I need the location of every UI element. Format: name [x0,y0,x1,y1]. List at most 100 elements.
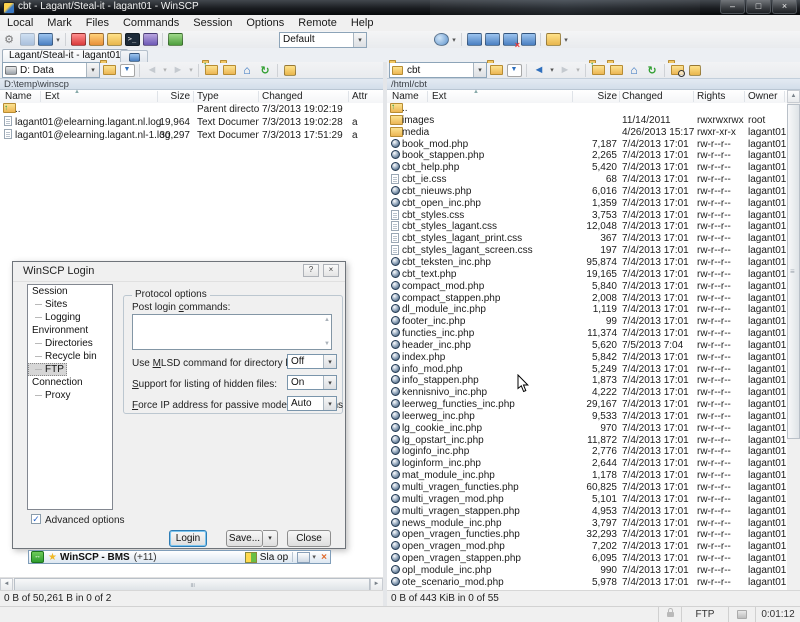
chevron-down-icon[interactable]: ▾ [548,66,556,74]
scrollbar-thumb[interactable] [787,104,800,439]
chevron-down-icon[interactable]: ▾ [473,63,486,77]
file-row[interactable]: .. [387,103,787,115]
file-row[interactable]: cbt_styles_lagant_screen.css1977/4/2013 … [387,245,787,257]
file-row[interactable]: lagant01@elearning.lagant.nl-1.log30,297… [0,129,383,142]
file-row[interactable]: cbt_nieuws.php6,0167/4/2013 17:01rw-r--r… [387,186,787,198]
file-row[interactable]: loginform_inc.php2,6447/4/2013 17:01rw-r… [387,458,787,470]
file-row[interactable]: open_vragen_mod.php7,2027/4/2013 17:01rw… [387,541,787,553]
synchronize-icon[interactable] [70,32,86,47]
file-row[interactable]: images11/14/2011rwxrwxrwxroot [387,115,787,127]
scroll-up-icon[interactable]: ▲ [324,317,330,323]
filter-icon[interactable]: ▼ [119,63,135,78]
file-row[interactable]: ote_scenario_mod.php5,9787/4/2013 17:01r… [387,577,787,589]
menu-files[interactable]: Files [79,17,116,29]
preferences-icon[interactable]: ⚙ [1,32,17,47]
refresh-icon[interactable]: ↻ [644,63,660,78]
file-row[interactable]: compact_stappen.php2,0087/4/2013 17:01rw… [387,293,787,305]
tree-item-connection[interactable]: Connection [28,376,112,389]
file-row[interactable]: dl_module_inc.php1,1197/4/2013 17:01rw-r… [387,304,787,316]
file-row[interactable]: header_inc.php5,6207/5/2013 7:04rw-r--r-… [387,340,787,352]
back-icon[interactable]: ◄ [144,63,160,78]
local-path-bar[interactable]: D:\temp\winscp [0,78,383,90]
close-session-icon[interactable] [502,32,518,47]
column-changed[interactable]: Changed [262,90,303,103]
find-files-icon[interactable] [669,63,685,78]
refresh-icon[interactable]: ↻ [257,63,273,78]
advanced-options-checkbox[interactable]: ✓ [31,514,41,524]
menu-local[interactable]: Local [0,17,40,29]
preset-icon[interactable] [167,32,183,47]
open-directory-icon[interactable] [488,63,504,78]
tree-item-directories[interactable]: Directories [28,337,112,350]
mlsd-select[interactable]: Off ▾ [287,354,337,369]
force-ip-select[interactable]: Auto ▾ [287,396,337,411]
open-directory-icon[interactable] [101,63,117,78]
new-session-icon[interactable] [466,32,482,47]
file-row[interactable]: ..Parent directory7/3/2013 19:02:19 [0,103,383,116]
close-icon[interactable]: × [323,264,339,277]
close-button[interactable]: Close [287,530,331,547]
file-row[interactable]: cbt_styles_lagant_print.css3677/4/2013 1… [387,233,787,245]
root-directory-icon[interactable] [221,63,237,78]
parent-directory-icon[interactable] [203,63,219,78]
open-directory-icon[interactable] [545,32,561,47]
forward-icon[interactable]: ► [557,63,573,78]
drive-combo[interactable]: D: Data ▾ [2,62,100,78]
chevron-down-icon[interactable]: ▾ [353,33,366,47]
remote-directory-combo[interactable]: cbt ▾ [389,62,487,78]
column-owner[interactable]: Owner [748,90,777,103]
hidden-files-select[interactable]: On ▾ [287,375,337,390]
chevron-down-icon[interactable]: ▾ [323,376,336,389]
save-button[interactable]: Save... [226,530,263,547]
column-ext[interactable]: Ext [45,90,59,103]
file-row[interactable]: cbt_styles.css3,7537/4/2013 17:01rw-r--r… [387,210,787,222]
file-row[interactable]: info_stappen.php1,8737/4/2013 17:01rw-r-… [387,375,787,387]
tree-view-icon[interactable] [687,63,703,78]
close-icon[interactable]: × [321,552,327,563]
session-tab[interactable]: Lagant/Steal-it - lagant01 [2,49,128,62]
tree-item-sites[interactable]: Sites [28,298,112,311]
file-row[interactable]: media4/26/2013 15:17rwxr-xr-xlagant01 [387,127,787,139]
menu-commands[interactable]: Commands [116,17,186,29]
transfer-settings-icon[interactable] [142,32,158,47]
file-row[interactable]: cbt_text.php19,1657/4/2013 17:01rw-r--r-… [387,269,787,281]
file-row[interactable]: lg_cookie_inc.php9707/4/2013 17:01rw-r--… [387,423,787,435]
file-row[interactable]: cbt_teksten_inc.php95,8747/4/2013 17:01r… [387,257,787,269]
post-login-commands-input[interactable]: ▲ ▼ [132,314,332,350]
close-button[interactable]: × [772,0,797,14]
tree-item-environment[interactable]: Environment [28,324,112,337]
column-rights[interactable]: Rights [697,90,725,103]
login-button[interactable]: Login [169,530,207,547]
tree-item-logging[interactable]: Logging [28,311,112,324]
console-icon[interactable]: >_ [124,32,140,47]
session-cube-icon[interactable] [37,32,53,47]
file-row[interactable]: multi_vragen_mod.php5,1017/4/2013 17:01r… [387,494,787,506]
file-row[interactable]: open_vragen_stappen.php6,0957/4/2013 17:… [387,553,787,565]
minimize-button[interactable]: – [720,0,745,14]
save-credential-button[interactable]: Sla op [260,552,288,563]
forward-icon[interactable]: ► [170,63,186,78]
chevron-down-icon[interactable]: ▾ [86,63,99,77]
chevron-down-icon[interactable]: ▾ [310,553,318,561]
horizontal-scrollbar[interactable]: ◄ ► [0,577,383,591]
file-row[interactable]: cbt_help.php5,4207/4/2013 17:01rw-r--r--… [387,162,787,174]
file-row[interactable]: open_vragen_functies.php32,2937/4/2013 1… [387,529,787,541]
synchronize-browsing-icon[interactable] [106,32,122,47]
column-size[interactable]: Size [547,90,617,103]
filter-icon[interactable]: ▼ [506,63,522,78]
column-attr[interactable]: Attr [352,90,368,103]
file-row[interactable]: leerweg_inc.php9,5337/4/2013 17:01rw-r--… [387,411,787,423]
chevron-down-icon[interactable]: ▾ [323,355,336,368]
back-icon[interactable]: ◄ [531,63,547,78]
tree-view-icon[interactable] [282,63,298,78]
protocol-status[interactable]: FTP [681,607,728,622]
tree-item-ftp[interactable]: FTP [28,363,67,376]
vertical-scrollbar[interactable]: ▲ ▼ [787,90,800,622]
queue-icon[interactable] [88,32,104,47]
tree-item-proxy[interactable]: Proxy [28,389,112,402]
file-row[interactable]: news_module_inc.php3,7977/4/2013 17:01rw… [387,518,787,530]
file-row[interactable]: leerweg_functies_inc.php29,1677/4/2013 1… [387,399,787,411]
column-changed[interactable]: Changed [622,90,663,103]
home-directory-icon[interactable]: ⌂ [626,63,642,78]
sessions-icon[interactable] [520,32,536,47]
